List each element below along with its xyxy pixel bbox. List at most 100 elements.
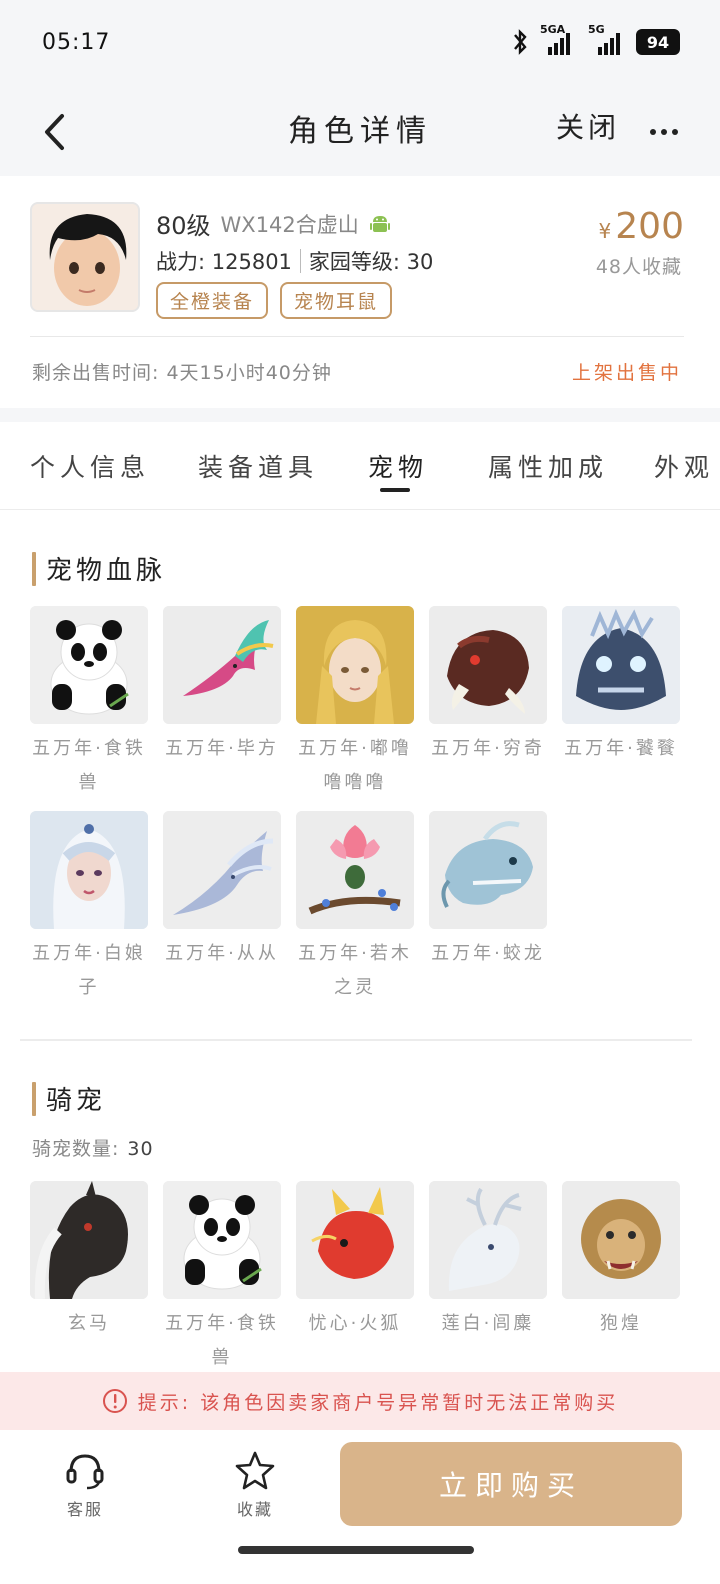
customer-service-label: 客服 bbox=[66, 1500, 103, 1519]
pet-card[interactable]: 莲白·闾麋 bbox=[429, 1181, 549, 1341]
price: ¥ 200 bbox=[599, 206, 684, 247]
pet-card[interactable]: 五万年·从从 bbox=[163, 811, 283, 971]
bluetooth-icon bbox=[514, 29, 527, 55]
nav-bar: 角色详情 关闭 bbox=[0, 88, 720, 176]
pet-card[interactable]: 五万年·白娘子 bbox=[30, 811, 150, 1005]
pet-name: 五万年·食铁兽 bbox=[165, 1313, 279, 1368]
tag-list: 全橙装备 宠物耳鼠 bbox=[156, 282, 393, 319]
section-accent-bar bbox=[32, 1081, 36, 1116]
tag-badge: 宠物耳鼠 bbox=[280, 282, 393, 319]
pet-card[interactable]: 五万年·饕餮 bbox=[562, 606, 682, 766]
character-level: 80级 bbox=[156, 212, 211, 240]
notice-text: 提示: 该角色因卖家商户号异常暂时无法正常购买 bbox=[137, 1391, 619, 1414]
pet-name: 五万年·穷奇 bbox=[431, 738, 545, 759]
pet-name: 五万年·若木之灵 bbox=[298, 943, 412, 998]
mount-count-label: 骑宠数量: bbox=[32, 1138, 120, 1160]
mount-count-value: 30 bbox=[127, 1138, 154, 1160]
fox-icon bbox=[296, 1181, 414, 1299]
beast-icon bbox=[429, 606, 547, 724]
remaining-sale-time: 剩余出售时间: 4天15小时40分钟 bbox=[32, 362, 332, 384]
tab-pets[interactable]: 宠物 bbox=[368, 448, 428, 484]
pet-card[interactable]: 忧心·火狐 bbox=[296, 1181, 416, 1341]
home-indicator bbox=[238, 1546, 474, 1554]
pet-name: 五万年·毕方 bbox=[165, 738, 279, 759]
pet-name: 狍煌 bbox=[600, 1313, 642, 1334]
level-server-line: 80级 WX142合虚山 bbox=[156, 206, 391, 241]
pet-name: 玄马 bbox=[68, 1313, 110, 1334]
active-tab-indicator bbox=[380, 488, 410, 492]
status-bar: 05:17 5GA 5G 94 bbox=[0, 0, 720, 88]
horse-icon bbox=[30, 1181, 148, 1299]
favorite-count: 48人收藏 bbox=[595, 256, 682, 278]
section-divider bbox=[20, 1039, 692, 1041]
android-icon bbox=[369, 215, 390, 232]
pet-card[interactable]: 五万年·蛟龙 bbox=[429, 811, 549, 971]
buy-now-button[interactable]: 立即购买 bbox=[340, 1442, 682, 1526]
tab-personal-info[interactable]: 个人信息 bbox=[30, 448, 150, 484]
customer-service-button[interactable]: 客服 bbox=[40, 1448, 130, 1520]
pet-card[interactable]: 玄马 bbox=[30, 1181, 150, 1341]
tab-equipment[interactable]: 装备道具 bbox=[198, 448, 318, 484]
pet-name: 五万年·蛟龙 bbox=[431, 943, 545, 964]
ice-dragon-icon bbox=[163, 811, 281, 929]
section-title-text: 骑宠 bbox=[46, 1086, 107, 1116]
pet-name: 五万年·食铁兽 bbox=[32, 738, 146, 793]
pet-card[interactable]: 五万年·食铁兽 bbox=[163, 1181, 283, 1375]
tab-attributes[interactable]: 属性加成 bbox=[488, 448, 608, 484]
pet-name: 五万年·白娘子 bbox=[32, 943, 146, 998]
favorite-label: 收藏 bbox=[236, 1500, 273, 1519]
fairy-icon bbox=[296, 606, 414, 724]
character-summary: 80级 WX142合虚山 战力: 125801 家园等级: 30 全橙装备 宠物… bbox=[0, 176, 720, 408]
pet-card[interactable]: 狍煌 bbox=[562, 1181, 682, 1341]
tab-bar: 个人信息 装备道具 宠物 属性加成 外观 bbox=[0, 422, 720, 510]
dragon-icon bbox=[429, 811, 547, 929]
section-accent-bar bbox=[32, 551, 36, 586]
favorite-button[interactable]: 收藏 bbox=[210, 1448, 300, 1520]
pet-card[interactable]: 五万年·若木之灵 bbox=[296, 811, 416, 1005]
star-icon bbox=[235, 1451, 275, 1490]
divider bbox=[30, 336, 684, 337]
purchase-notice: 提示: 该角色因卖家商户号异常暂时无法正常购买 bbox=[0, 1372, 720, 1430]
price-currency: ¥ bbox=[598, 219, 612, 243]
more-menu-button[interactable] bbox=[642, 110, 686, 154]
status-icons: 5GA 5G 94 bbox=[512, 23, 680, 56]
bird-icon bbox=[163, 606, 281, 724]
panda-icon bbox=[163, 1181, 281, 1299]
mask-icon bbox=[562, 606, 680, 724]
mount-count: 骑宠数量: 30 bbox=[32, 1134, 154, 1161]
bottom-action-bar: 客服 收藏 立即购买 bbox=[0, 1430, 720, 1584]
more-dots-icon bbox=[650, 129, 656, 135]
pet-name: 五万年·饕餮 bbox=[564, 738, 678, 759]
pet-name: 五万年·嘟噜噜噜噜 bbox=[298, 738, 412, 793]
tab-appearance[interactable]: 外观 bbox=[654, 448, 714, 484]
combat-power: 战力: 125801 bbox=[156, 250, 292, 274]
deer-icon bbox=[429, 1181, 547, 1299]
stats-divider bbox=[299, 249, 301, 273]
panda-icon bbox=[30, 606, 148, 724]
pet-name: 忧心·火狐 bbox=[308, 1313, 402, 1334]
character-avatar bbox=[30, 202, 140, 312]
pet-name: 五万年·从从 bbox=[165, 943, 279, 964]
close-button[interactable]: 关闭 bbox=[556, 106, 620, 146]
price-value: 200 bbox=[615, 206, 684, 247]
server-name: WX142合虚山 bbox=[220, 212, 359, 237]
pet-card[interactable]: 五万年·嘟噜噜噜噜 bbox=[296, 606, 416, 800]
tag-badge: 全橙装备 bbox=[156, 282, 269, 319]
mount-section-title: 骑宠 bbox=[32, 1080, 106, 1117]
pet-section-title: 宠物血脉 bbox=[32, 550, 166, 587]
lotus-icon bbox=[296, 811, 414, 929]
status-time: 05:17 bbox=[42, 30, 111, 55]
pet-name: 莲白·闾麋 bbox=[441, 1313, 535, 1334]
pet-card[interactable]: 五万年·穷奇 bbox=[429, 606, 549, 766]
signal-5ga-icon: 5GA bbox=[540, 23, 576, 55]
lady-icon bbox=[30, 811, 148, 929]
sale-status: 上架出售中 bbox=[571, 362, 682, 384]
warning-icon bbox=[102, 1389, 127, 1413]
section-gap bbox=[0, 408, 720, 422]
battery-indicator: 94 bbox=[636, 29, 680, 55]
lion-icon bbox=[562, 1181, 680, 1299]
pet-card[interactable]: 五万年·食铁兽 bbox=[30, 606, 150, 800]
home-level: 家园等级: 30 bbox=[308, 250, 434, 274]
pet-card[interactable]: 五万年·毕方 bbox=[163, 606, 283, 766]
headset-icon bbox=[66, 1454, 104, 1490]
